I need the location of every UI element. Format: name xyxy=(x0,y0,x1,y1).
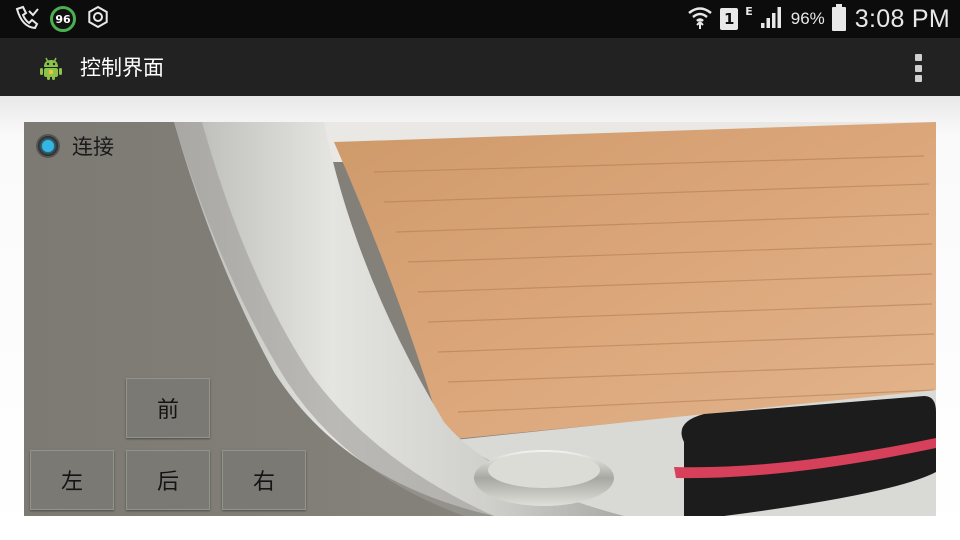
action-bar: 控制界面 xyxy=(0,38,960,96)
status-left-icons: 96 xyxy=(14,5,110,33)
forward-button[interactable]: 前 xyxy=(126,378,210,438)
overflow-menu-icon[interactable] xyxy=(906,50,930,86)
status-bar: 96 1 E 96% 3:08 PM xyxy=(0,0,960,38)
connect-label: 连接 xyxy=(72,135,114,159)
network-e-icon: E xyxy=(745,5,753,18)
connect-radio-row[interactable]: 连接 xyxy=(36,132,114,160)
back-button[interactable]: 后 xyxy=(126,450,210,510)
signal-icon xyxy=(760,5,784,33)
sim-1-icon: 1 xyxy=(720,8,739,30)
right-button[interactable]: 右 xyxy=(222,450,306,510)
status-right-icons: 1 E 96% 3:08 PM xyxy=(687,3,950,35)
wifi-icon xyxy=(687,4,713,34)
clock: 3:08 PM xyxy=(854,4,950,33)
android-robot-icon[interactable] xyxy=(38,55,64,81)
page-title: 控制界面 xyxy=(80,56,164,80)
left-button[interactable]: 左 xyxy=(30,450,114,510)
radio-checked-dot xyxy=(42,140,54,152)
battery-saver-badge-icon: 96 xyxy=(50,6,76,32)
battery-icon xyxy=(831,4,846,31)
connect-radio-button[interactable] xyxy=(36,134,60,158)
battery-percent: 96% xyxy=(790,9,825,28)
settings-ring-icon xyxy=(86,5,110,33)
missed-call-icon xyxy=(14,5,40,33)
